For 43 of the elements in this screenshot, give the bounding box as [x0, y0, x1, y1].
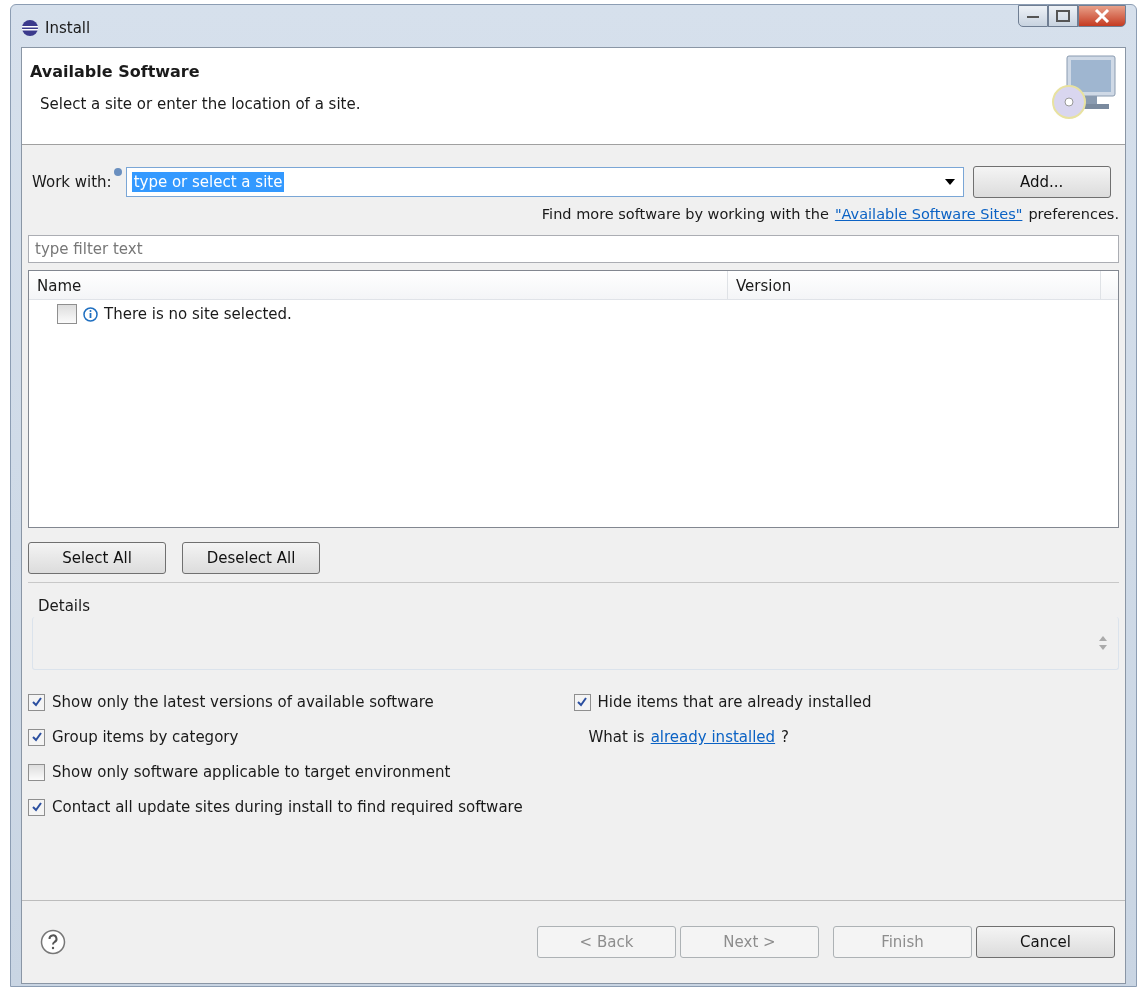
- selection-button[interactable]: Deselect All: [182, 542, 320, 574]
- table-cell: There is no site selected.: [104, 305, 292, 323]
- info-icon: [83, 306, 98, 322]
- spinner-arrows-icon: [1098, 634, 1108, 652]
- more-software-text: Find more software by working with the: [541, 206, 829, 222]
- window-title: Install: [45, 19, 91, 37]
- maximize-icon: [1056, 10, 1070, 22]
- question-mark: ?: [781, 728, 790, 746]
- option-label: Show only software applicable to target environment: [52, 763, 451, 781]
- column-header[interactable]: Version: [728, 271, 1101, 299]
- filter-field[interactable]: type filter text: [28, 235, 1119, 263]
- dropdown-caret-icon: [944, 179, 955, 185]
- add-button[interactable]: Add...: [972, 166, 1111, 198]
- details-label: Details: [38, 597, 91, 615]
- minimize-button[interactable]: [1018, 5, 1048, 27]
- option-label: Contact all update sites during install to find required software: [52, 798, 523, 816]
- available-sites-link[interactable]: "Available Software Sites": [834, 206, 1023, 222]
- checkbox[interactable]: [28, 798, 45, 816]
- maximize-button[interactable]: [1048, 5, 1078, 27]
- help-icon[interactable]: [40, 929, 66, 955]
- column-header[interactable]: Name: [29, 271, 728, 299]
- option-label: Show only the latest versions of available software: [52, 693, 434, 711]
- page-description: Select a site or enter the location of a site.: [40, 95, 361, 113]
- preferences-text: preferences.: [1028, 206, 1119, 222]
- computer-disc-icon: [1049, 52, 1119, 122]
- option-label: Group items by category: [52, 728, 239, 746]
- site-value: type or select a site: [131, 172, 285, 192]
- checkbox[interactable]: [573, 693, 591, 711]
- already-installed-link[interactable]: already installed: [650, 728, 776, 746]
- wizard-button[interactable]: Cancel: [976, 926, 1115, 958]
- close-icon: [1094, 9, 1110, 23]
- installed-question: What is: [588, 728, 645, 746]
- checkbox[interactable]: [28, 728, 45, 746]
- option-label: Hide items that are already installed: [597, 693, 872, 711]
- close-button[interactable]: [1078, 5, 1126, 27]
- checkbox[interactable]: [57, 304, 77, 324]
- minimize-icon: [1026, 13, 1040, 19]
- work-with-label: Work with:: [32, 173, 112, 191]
- page-title: Available Software: [30, 62, 201, 81]
- checkbox[interactable]: [28, 763, 45, 781]
- checkbox[interactable]: [28, 693, 45, 711]
- selection-button[interactable]: Select All: [28, 542, 166, 574]
- info-icon: [113, 168, 122, 176]
